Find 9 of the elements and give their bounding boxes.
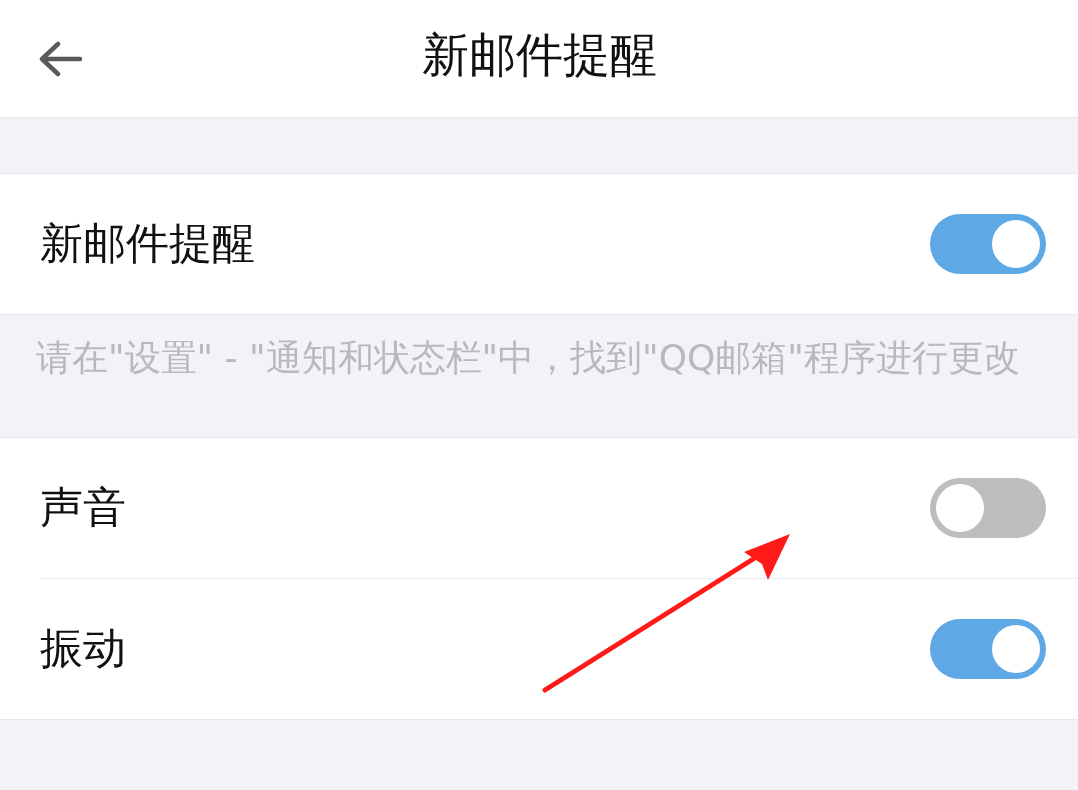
back-arrow-icon [38, 40, 82, 77]
page-title: 新邮件提醒 [420, 27, 658, 84]
hint-text: 请在"设置" - "通知和状态栏"中，找到"QQ邮箱"程序进行更改 [36, 336, 1021, 380]
toggle-switch[interactable] [930, 214, 1046, 274]
setting-label: 声音 [40, 482, 126, 534]
toggle-switch[interactable] [930, 478, 1046, 538]
setting-label: 新邮件提醒 [40, 218, 255, 270]
setting-label: 振动 [40, 623, 126, 675]
toggle-switch[interactable] [930, 619, 1046, 679]
